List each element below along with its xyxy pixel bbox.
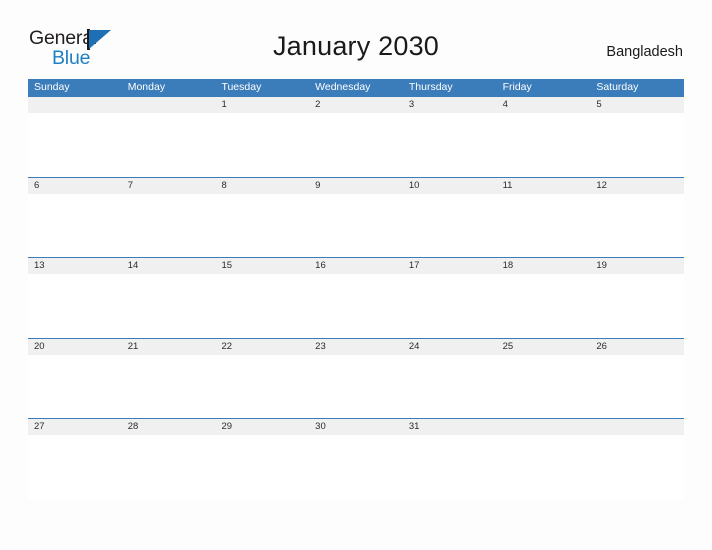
- date-band: 27 28 29 30 31: [28, 419, 684, 435]
- day-cell[interactable]: 19: [590, 258, 684, 274]
- day-cell[interactable]: 14: [122, 258, 216, 274]
- day-cell[interactable]: 2: [309, 97, 403, 113]
- day-cell[interactable]: 3: [403, 97, 497, 113]
- weekday-saturday: Saturday: [596, 81, 639, 93]
- day-cell[interactable]: 1: [215, 97, 309, 113]
- day-cell[interactable]: 27: [28, 419, 122, 435]
- weekday-sunday: Sunday: [34, 81, 70, 93]
- day-cell[interactable]: [497, 419, 591, 435]
- day-cell[interactable]: 29: [215, 419, 309, 435]
- day-cell[interactable]: 6: [28, 178, 122, 194]
- day-cell[interactable]: 26: [590, 339, 684, 355]
- day-cell[interactable]: [28, 97, 122, 113]
- date-band: 1 2 3 4 5: [28, 97, 684, 113]
- week-body: [28, 193, 684, 258]
- day-cell[interactable]: 4: [497, 97, 591, 113]
- day-cell[interactable]: 10: [403, 178, 497, 194]
- calendar-page: General Blue January 2030 Bangladesh Sun…: [0, 0, 712, 550]
- day-cell[interactable]: 23: [309, 339, 403, 355]
- week-row: 27 28 29 30 31: [28, 418, 684, 499]
- day-cell[interactable]: [122, 97, 216, 113]
- day-cell[interactable]: 22: [215, 339, 309, 355]
- weekday-monday: Monday: [127, 81, 166, 93]
- day-cell[interactable]: 30: [309, 419, 403, 435]
- week-body: [28, 113, 684, 177]
- week-row: 20 21 22 23 24 25 26: [28, 337, 684, 419]
- day-cell[interactable]: 17: [403, 258, 497, 274]
- day-cell[interactable]: 11: [497, 178, 591, 194]
- week-row: 13 14 15 16 17 18 19: [28, 257, 684, 338]
- day-cell[interactable]: 8: [215, 178, 309, 194]
- day-cell[interactable]: 13: [28, 258, 122, 274]
- week-body: [28, 435, 684, 499]
- date-band: 13 14 15 16 17 18 19: [28, 258, 684, 274]
- week-row: 6 7 8 9 10 11 12: [28, 176, 684, 258]
- day-cell[interactable]: 9: [309, 178, 403, 194]
- day-cell[interactable]: 7: [122, 178, 216, 194]
- weekday-tuesday: Tuesday: [221, 81, 262, 93]
- day-cell[interactable]: 5: [590, 97, 684, 113]
- day-cell[interactable]: 21: [122, 339, 216, 355]
- calendar-grid: Sunday Monday Tuesday Wednesday Thursday…: [28, 79, 684, 499]
- weekday-header-row: Sunday Monday Tuesday Wednesday Thursday…: [28, 79, 684, 96]
- week-body: [28, 274, 684, 338]
- day-cell[interactable]: 25: [497, 339, 591, 355]
- weekday-friday: Friday: [502, 81, 532, 93]
- date-band: 6 7 8 9 10 11 12: [28, 177, 684, 194]
- country-label: Bangladesh: [606, 44, 683, 60]
- day-cell[interactable]: 24: [403, 339, 497, 355]
- weekday-thursday: Thursday: [408, 81, 453, 93]
- page-title: January 2030: [272, 31, 440, 61]
- day-cell[interactable]: 28: [122, 419, 216, 435]
- day-cell[interactable]: 15: [215, 258, 309, 274]
- day-cell[interactable]: 12: [590, 178, 684, 194]
- week-row: 1 2 3 4 5: [28, 96, 684, 177]
- date-band: 20 21 22 23 24 25 26: [28, 338, 684, 355]
- day-cell[interactable]: 31: [403, 419, 497, 435]
- day-cell[interactable]: 18: [497, 258, 591, 274]
- page-header: General Blue January 2030 Bangladesh: [0, 0, 712, 67]
- day-cell[interactable]: [590, 419, 684, 435]
- week-body: [28, 354, 684, 419]
- weekday-wednesday: Wednesday: [315, 81, 371, 93]
- day-cell[interactable]: 16: [309, 258, 403, 274]
- day-cell[interactable]: 20: [28, 339, 122, 355]
